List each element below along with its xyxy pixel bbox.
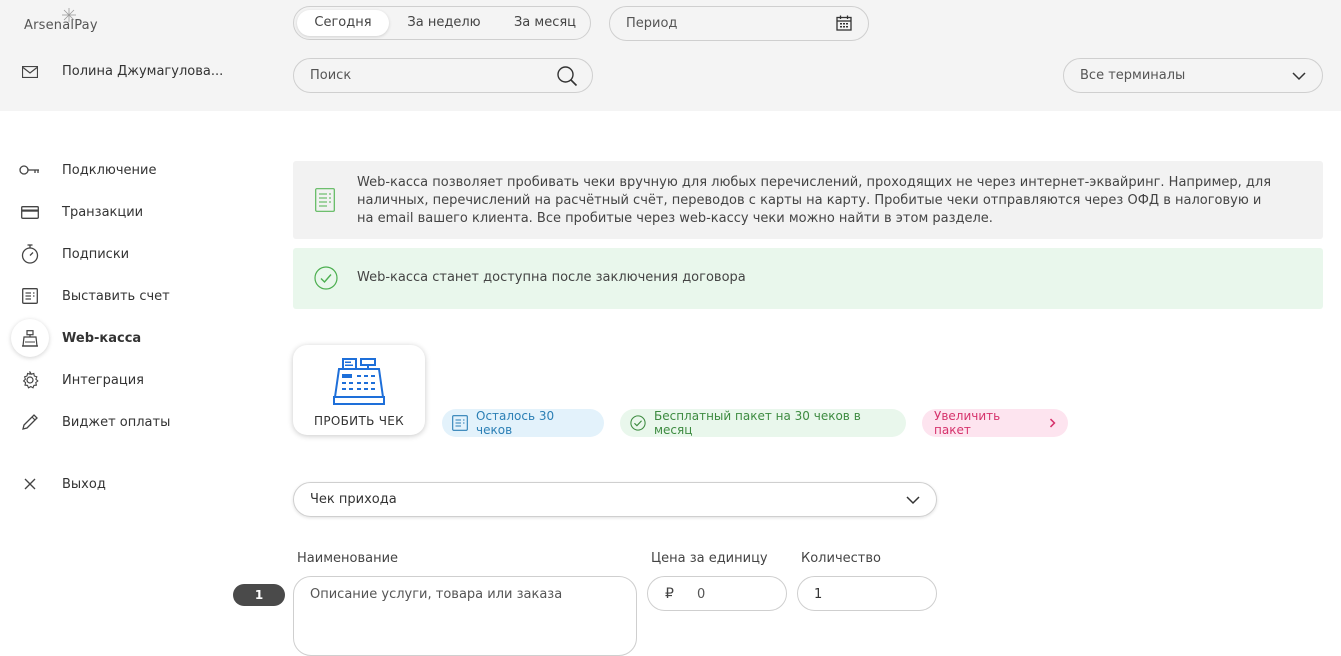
item-description-field[interactable]: Описание услуги, товара или заказа xyxy=(293,576,637,656)
row-number-badge: 1 xyxy=(233,584,285,606)
quantity-value: 1 xyxy=(814,587,823,602)
sidebar-item-label: Web-касса xyxy=(62,330,142,346)
logo-star-icon xyxy=(62,8,76,22)
stopwatch-icon xyxy=(19,243,41,265)
sidebar-item-widget[interactable]: Виджет оплаты xyxy=(0,402,240,442)
contract-notice: Web-касса станет доступна после заключен… xyxy=(293,248,1323,309)
sidebar-item-label: Интеграция xyxy=(62,372,144,388)
notice-text: Web-касса станет доступна после заключен… xyxy=(357,270,746,285)
pencil-icon xyxy=(19,411,41,433)
sidebar-item-connection[interactable]: Подключение xyxy=(0,150,240,190)
price-value: 0 xyxy=(697,587,706,602)
receipt-type-select[interactable]: Чек прихода xyxy=(293,482,937,517)
period-week-button[interactable]: За неделю xyxy=(398,10,490,36)
punch-receipt-button[interactable]: ПРОБИТЬ ЧЕК xyxy=(293,345,425,435)
terminal-select-value: Все терминалы xyxy=(1080,68,1186,83)
price-label: Цена за единицу xyxy=(651,551,768,566)
chevron-down-icon xyxy=(906,496,920,505)
search-placeholder: Поиск xyxy=(310,68,352,83)
sidebar-item-label: Виджет оплаты xyxy=(62,414,171,430)
user-profile[interactable]: Полина Джумагулова... xyxy=(22,64,223,79)
remaining-receipts-text: Осталось 30 чеков xyxy=(476,409,555,437)
period-input[interactable]: Период xyxy=(609,6,869,41)
card-icon xyxy=(19,201,41,223)
remaining-receipts-badge: Осталось 30 чеков xyxy=(442,409,604,437)
sidebar-item-invoice[interactable]: Выставить счет xyxy=(0,276,240,316)
sidebar-item-logout[interactable]: Выход xyxy=(0,464,240,504)
receipt-type-value: Чек прихода xyxy=(310,492,397,507)
check-circle-icon xyxy=(314,266,338,290)
invoice-icon xyxy=(19,285,41,307)
info-text: Web-касса позволяет пробивать чеки вручн… xyxy=(357,175,1272,226)
receipt-icon xyxy=(452,415,468,431)
gear-icon xyxy=(19,369,41,391)
increase-package-button[interactable]: Увеличить пакет xyxy=(922,409,1068,437)
sidebar-item-label: Транзакции xyxy=(62,204,144,220)
cash-register-icon xyxy=(333,358,385,405)
sidebar-item-transactions[interactable]: Транзакции xyxy=(0,192,240,232)
logo-text: ArsenalPay xyxy=(24,18,98,33)
user-name: Полина Джумагулова... xyxy=(62,64,224,79)
sidebar-item-web-kassa[interactable]: Web-касса xyxy=(0,318,240,358)
period-segmented-control: Сегодня За неделю За месяц xyxy=(293,6,591,40)
search-icon[interactable] xyxy=(556,65,578,87)
envelope-icon xyxy=(22,65,38,78)
quantity-label: Количество xyxy=(801,551,881,566)
sidebar-item-label: Выход xyxy=(62,476,106,492)
check-circle-icon xyxy=(630,415,646,431)
price-field[interactable]: ₽ 0 xyxy=(647,576,787,611)
sidebar-item-label: Подключение xyxy=(62,162,157,178)
quantity-field[interactable]: 1 xyxy=(797,576,937,611)
cash-register-icon xyxy=(11,319,49,357)
search-input[interactable]: Поиск xyxy=(293,58,593,93)
free-package-text: Бесплатный пакет на 30 чеков в месяц xyxy=(654,409,861,437)
terminal-select[interactable]: Все терминалы xyxy=(1063,58,1323,93)
sidebar-item-integration[interactable]: Интеграция xyxy=(0,360,240,400)
document-icon xyxy=(315,188,335,212)
period-month-button[interactable]: За месяц xyxy=(502,10,588,36)
chevron-right-icon xyxy=(1050,418,1056,428)
punch-receipt-label: ПРОБИТЬ ЧЕК xyxy=(314,414,404,428)
period-today-button[interactable]: Сегодня xyxy=(297,10,389,36)
item-description-placeholder: Описание услуги, товара или заказа xyxy=(310,587,563,602)
period-placeholder: Период xyxy=(626,16,678,31)
chevron-down-icon xyxy=(1292,72,1306,81)
key-icon xyxy=(19,159,41,181)
sidebar-item-label: Подписки xyxy=(62,246,130,262)
logo[interactable]: ArsenalPay xyxy=(24,8,98,33)
currency-symbol: ₽ xyxy=(665,586,674,602)
sidebar-item-subscriptions[interactable]: Подписки xyxy=(0,234,240,274)
increase-package-text: Увеличить пакет xyxy=(934,409,1001,437)
info-banner: Web-касса позволяет пробивать чеки вручн… xyxy=(293,161,1323,239)
calendar-icon[interactable] xyxy=(836,15,852,31)
free-package-badge: Бесплатный пакет на 30 чеков в месяц xyxy=(620,409,906,437)
top-bar: ArsenalPay Полина Джумагулова... Сегодня… xyxy=(0,0,1341,111)
close-icon xyxy=(19,473,41,495)
sidebar-item-label: Выставить счет xyxy=(62,288,170,304)
name-label: Наименование xyxy=(297,551,399,566)
